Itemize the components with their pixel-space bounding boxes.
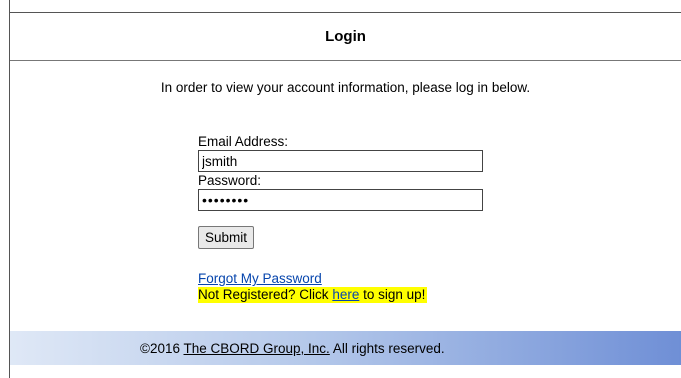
signup-prompt: Not Registered? Click here to sign up! bbox=[198, 287, 428, 303]
intro-text: In order to view your account informatio… bbox=[160, 80, 531, 95]
links-area: Forgot My Password Not Registered? Click… bbox=[198, 271, 498, 303]
forgot-password-link[interactable]: Forgot My Password bbox=[198, 271, 498, 287]
email-field[interactable] bbox=[198, 150, 483, 172]
footer-bar: ©2016 The CBORD Group, Inc. All rights r… bbox=[10, 331, 681, 365]
copyright-prefix: ©2016 bbox=[140, 341, 184, 356]
submit-button[interactable]: Submit bbox=[198, 226, 255, 249]
copyright-suffix: All rights reserved. bbox=[329, 341, 445, 356]
signup-suffix: to sign up! bbox=[359, 287, 426, 302]
signup-here-link[interactable]: here bbox=[332, 287, 359, 302]
password-label: Password: bbox=[198, 173, 262, 188]
signup-prefix: Not Registered? Click bbox=[198, 287, 333, 302]
page-title-bar: Login bbox=[10, 12, 681, 61]
company-link[interactable]: The CBORD Group, Inc. bbox=[184, 341, 330, 356]
password-field[interactable] bbox=[198, 189, 483, 211]
page-title: Login bbox=[325, 28, 366, 45]
email-label: Email Address: bbox=[198, 134, 289, 149]
copyright-text: ©2016 The CBORD Group, Inc. All rights r… bbox=[140, 341, 445, 356]
login-form: Email Address: Password: Submit Forgot M… bbox=[198, 134, 498, 303]
login-panel: Login In order to view your account info… bbox=[9, 0, 681, 378]
